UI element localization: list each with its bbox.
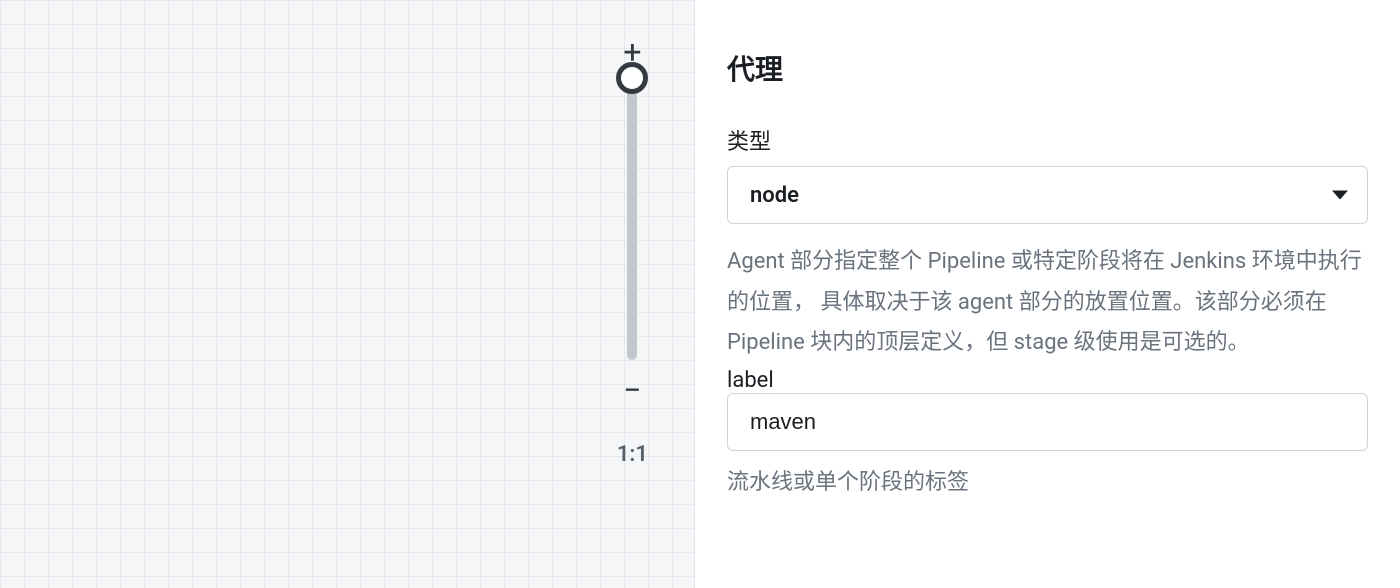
page-title: 代理 xyxy=(727,48,1368,88)
form-panel: 代理 类型 node Agent 部分指定整个 Pipeline 或特定阶段将在… xyxy=(695,0,1400,588)
type-select-value: node xyxy=(750,183,799,208)
zoom-out-button[interactable]: − xyxy=(623,374,641,406)
zoom-slider[interactable] xyxy=(627,74,637,360)
label-label: label xyxy=(727,368,774,393)
canvas-panel: + − 1:1 xyxy=(0,0,695,588)
zoom-slider-thumb[interactable] xyxy=(616,62,648,94)
type-help-text: Agent 部分指定整个 Pipeline 或特定阶段将在 Jenkins 环境… xyxy=(727,242,1368,364)
type-select-wrap: node xyxy=(727,166,1368,224)
label-input[interactable] xyxy=(727,393,1368,451)
label-help-text: 流水线或单个阶段的标签 xyxy=(727,465,1368,500)
type-select[interactable]: node xyxy=(727,166,1368,224)
zoom-slider-track xyxy=(627,74,637,360)
zoom-controls: + − 1:1 xyxy=(617,36,648,467)
zoom-reset-button[interactable]: 1:1 xyxy=(617,442,648,467)
type-label: 类型 xyxy=(727,124,1368,156)
